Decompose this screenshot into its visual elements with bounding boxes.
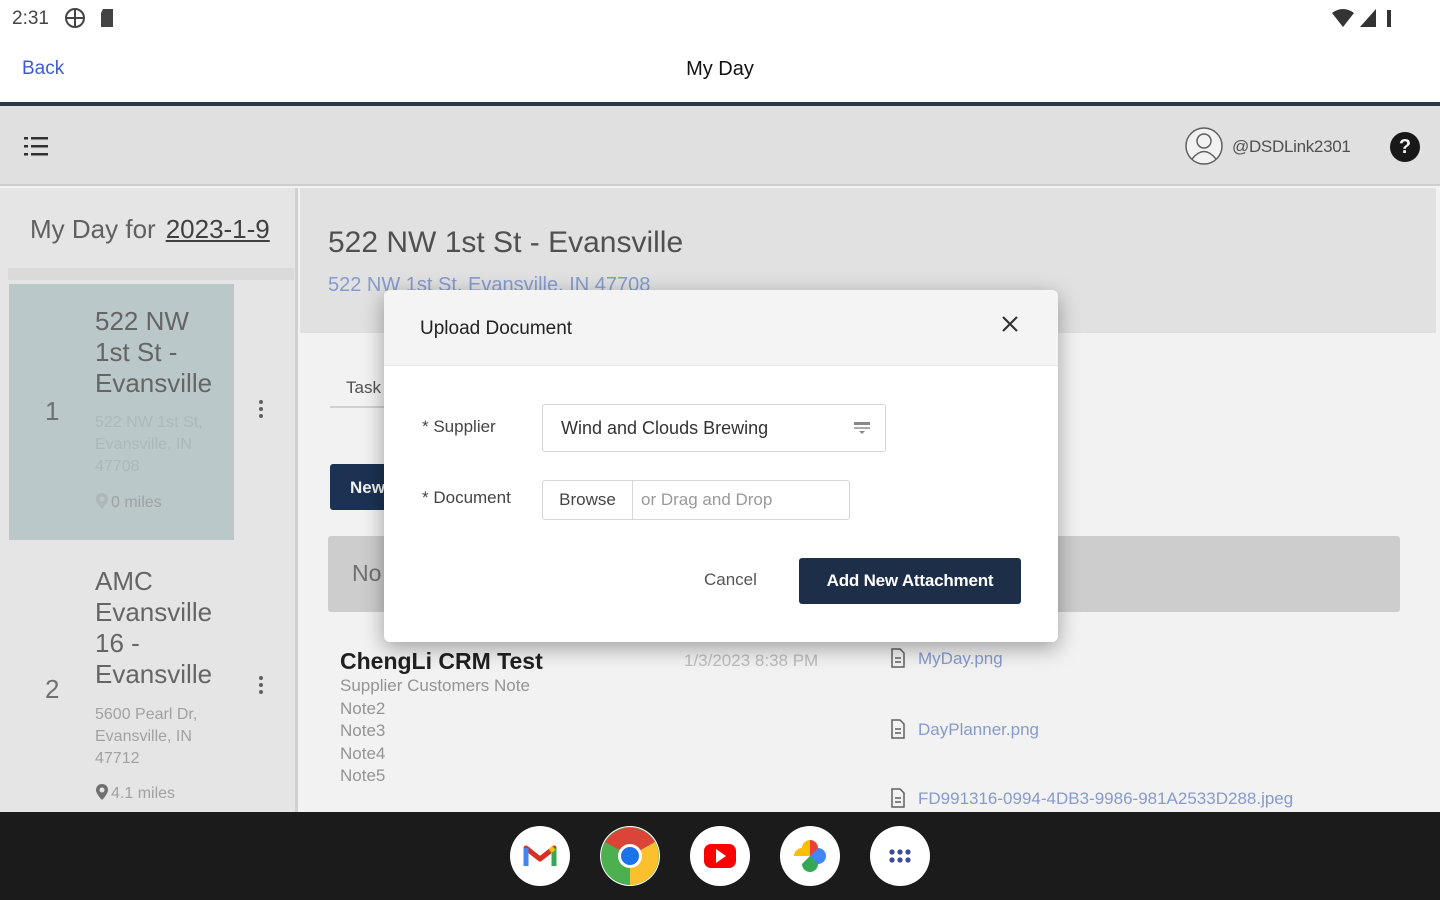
- supplier-select[interactable]: Wind and Clouds Brewing: [542, 404, 886, 452]
- sd-card-icon: [101, 9, 113, 27]
- dialog-title: Upload Document: [420, 318, 573, 339]
- select-dropdown-icon: [854, 422, 870, 434]
- drop-zone-hint[interactable]: or Drag and Drop: [641, 490, 772, 510]
- status-time: 2:31: [12, 8, 49, 29]
- app-nav-bar: My Day Back: [0, 38, 1440, 102]
- back-button[interactable]: Back: [22, 58, 64, 80]
- globe-icon: [65, 8, 85, 28]
- add-new-attachment-button[interactable]: Add New Attachment: [799, 558, 1021, 604]
- upload-document-dialog: Upload Document * Supplier Wind and Clou…: [384, 290, 1058, 642]
- dock: [0, 812, 1440, 900]
- chrome-icon[interactable]: [600, 826, 660, 886]
- supplier-label: * Supplier: [422, 417, 496, 436]
- battery-icon: [1387, 10, 1391, 27]
- app-drawer-icon[interactable]: [870, 826, 930, 886]
- wifi-icon: [1332, 9, 1354, 27]
- cancel-button[interactable]: Cancel: [704, 570, 757, 590]
- browse-button[interactable]: Browse: [543, 481, 633, 519]
- status-bar: 2:31: [0, 0, 1440, 38]
- youtube-icon[interactable]: [690, 826, 750, 886]
- photos-icon[interactable]: [780, 826, 840, 886]
- close-icon[interactable]: [1000, 314, 1020, 334]
- document-label: * Document: [422, 488, 511, 507]
- supplier-value: Wind and Clouds Brewing: [561, 418, 769, 438]
- page-title: My Day: [686, 58, 754, 80]
- dialog-header: Upload Document: [384, 290, 1058, 366]
- document-file-field: Browse or Drag and Drop: [542, 480, 850, 520]
- cell-signal-icon: [1360, 9, 1376, 27]
- gmail-icon[interactable]: [510, 826, 570, 886]
